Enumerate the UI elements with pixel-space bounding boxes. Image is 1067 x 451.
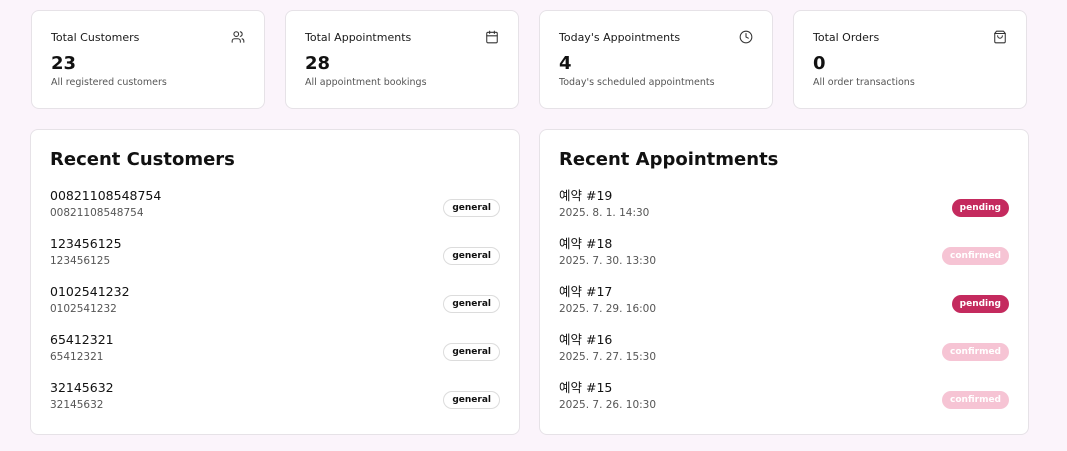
status-badge: pending [951,295,1009,313]
customer-type-badge: general [443,247,500,265]
stat-value: 28 [305,53,331,74]
stat-card-total-orders: Total Orders 0 All order transactions [793,10,1027,109]
appointment-label: 예약 #17 [559,284,613,299]
stat-subtitle: All registered customers [51,77,167,88]
appointment-label: 예약 #15 [559,380,613,395]
stat-card-total-customers: Total Customers 23 All registered custom… [31,10,265,109]
stat-value: 23 [51,53,77,74]
stat-title: Total Appointments [305,31,412,44]
status-badge: confirmed [942,391,1009,409]
status-badge: pending [951,199,1009,217]
recent-customers-panel: Recent Customers 00821108548754 00821108… [30,129,520,435]
users-icon [231,30,245,44]
customer-type-badge: general [443,199,500,217]
clock-icon [739,30,753,44]
appointment-list-item[interactable]: 예약 #19 2025. 8. 1. 14:30 pending [559,188,1009,236]
customer-name: 123456125 [50,236,122,251]
status-badge: confirmed [942,247,1009,265]
stat-subtitle: All appointment bookings [305,77,427,88]
customer-list-item[interactable]: 123456125 123456125 general [50,236,500,284]
customer-list-item[interactable]: 0102541232 0102541232 general [50,284,500,332]
customer-phone: 00821108548754 [50,207,144,219]
appointment-list-item[interactable]: 예약 #16 2025. 7. 27. 15:30 confirmed [559,332,1009,380]
panel-title: Recent Appointments [559,149,779,170]
stats-row: Total Customers 23 All registered custom… [31,10,1027,109]
customer-list-item[interactable]: 00821108548754 00821108548754 general [50,188,500,236]
shopping-bag-icon [993,30,1007,44]
appointment-label: 예약 #18 [559,236,613,251]
calendar-icon [485,30,499,44]
customer-name: 65412321 [50,332,114,347]
stat-title: Total Orders [813,31,880,44]
appointment-list-item[interactable]: 예약 #18 2025. 7. 30. 13:30 confirmed [559,236,1009,284]
dashboard: Total Customers 23 All registered custom… [0,0,1067,451]
stat-card-total-appointments: Total Appointments 28 All appointment bo… [285,10,519,109]
customer-name: 32145632 [50,380,114,395]
customer-type-badge: general [443,391,500,409]
customer-phone: 0102541232 [50,303,117,315]
customer-type-badge: general [443,343,500,361]
customer-phone: 32145632 [50,399,104,411]
status-badge: confirmed [942,343,1009,361]
appointment-label: 예약 #19 [559,188,613,203]
customer-name: 0102541232 [50,284,130,299]
stat-value: 0 [813,53,826,74]
stat-title: Total Customers [51,31,140,44]
customer-phone: 65412321 [50,351,104,363]
stat-card-todays-appointments: Today's Appointments 4 Today's scheduled… [539,10,773,109]
appointment-datetime: 2025. 8. 1. 14:30 [559,207,650,219]
appointment-label: 예약 #16 [559,332,613,347]
panel-title: Recent Customers [50,149,235,170]
appointment-list-item[interactable]: 예약 #15 2025. 7. 26. 10:30 confirmed [559,380,1009,428]
customer-name: 00821108548754 [50,188,162,203]
appointment-list-item[interactable]: 예약 #17 2025. 7. 29. 16:00 pending [559,284,1009,332]
appointment-datetime: 2025. 7. 29. 16:00 [559,303,657,315]
customer-list-item[interactable]: 65412321 65412321 general [50,332,500,380]
customer-list-item[interactable]: 32145632 32145632 general [50,380,500,428]
stat-title: Today's Appointments [559,31,681,44]
stat-value: 4 [559,53,572,74]
customer-phone: 123456125 [50,255,111,267]
stat-subtitle: Today's scheduled appointments [559,77,715,88]
stat-subtitle: All order transactions [813,77,915,88]
recent-appointments-panel: Recent Appointments 예약 #19 2025. 8. 1. 1… [539,129,1029,435]
customer-type-badge: general [443,295,500,313]
